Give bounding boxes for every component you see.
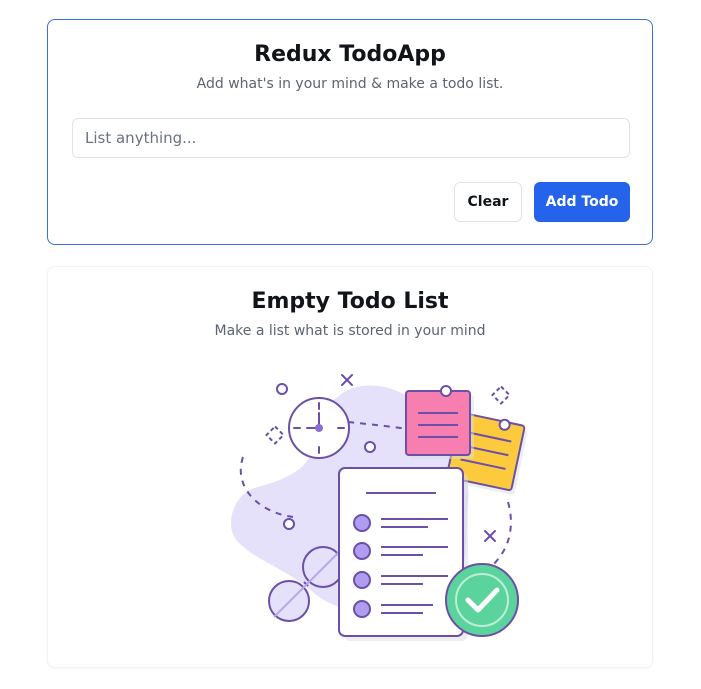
empty-todo-card: Empty Todo List Make a list what is stor… [47,266,653,668]
pink-note-icon [405,385,474,459]
checkmark-circle-icon [445,563,519,637]
add-todo-card: Redux TodoApp Add what's in your mind & … [47,19,653,245]
app-title: Redux TodoApp [254,42,446,67]
todo-input[interactable] [72,118,630,158]
app-subtitle: Add what's in your mind & make a todo li… [196,76,504,92]
empty-todo-list-illustration [230,374,528,641]
add-todo-button[interactable]: Add Todo [534,182,630,222]
empty-subtitle: Make a list what is stored in your mind [214,323,486,339]
empty-title: Empty Todo List [251,289,449,314]
clear-button[interactable]: Clear [454,182,522,222]
clock-icon [288,397,350,459]
